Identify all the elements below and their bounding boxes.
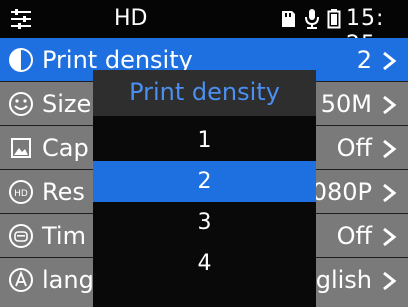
dialog-option[interactable]: 1 [93, 120, 316, 161]
settings-item-value: Off [336, 134, 372, 162]
chevron-right-icon [383, 95, 397, 115]
image-icon [11, 138, 31, 158]
face-icon [9, 92, 33, 116]
battery-icon [327, 9, 341, 29]
dialog-title: Print density [93, 70, 316, 116]
language-icon [9, 268, 33, 292]
print-density-dialog: Print density 1 2 3 4 [93, 70, 316, 307]
dialog-option[interactable]: 3 [93, 202, 316, 243]
chevron-right-icon [383, 51, 397, 71]
microphone-icon [305, 9, 319, 29]
settings-item-value: 2 [356, 46, 372, 74]
mode-indicator: HD [114, 6, 148, 31]
status-bar: HD 15: 25 [0, 0, 408, 57]
chevron-right-icon [383, 139, 397, 159]
settings-item-value: Off [336, 222, 372, 250]
settings-item-label: Cap [42, 134, 89, 162]
chevron-right-icon [383, 271, 397, 291]
contrast-icon [9, 48, 33, 72]
hd-icon: HD [9, 180, 33, 204]
settings-item-value: 50M [320, 90, 372, 118]
settings-item-label: Res [42, 178, 85, 206]
dialog-option[interactable]: 4 [93, 243, 316, 284]
timer-icon [9, 224, 33, 248]
sd-card-icon [282, 11, 295, 27]
chevron-right-icon [383, 227, 397, 247]
chevron-right-icon [383, 183, 397, 203]
svg-text:HD: HD [14, 189, 28, 199]
settings-item-label: Tim [42, 222, 86, 250]
settings-item-label: Size [42, 90, 92, 118]
menu-icon [11, 9, 31, 29]
dialog-option-selected[interactable]: 2 [93, 161, 316, 202]
